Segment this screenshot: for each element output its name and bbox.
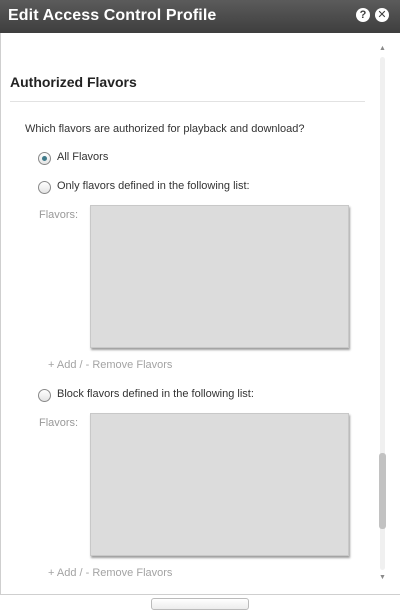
dialog-title: Edit Access Control Profile [8, 7, 217, 24]
block-add-remove-flavors-link[interactable]: + Add / - Remove Flavors [48, 567, 172, 579]
allow-list-radio[interactable] [38, 181, 51, 194]
allow-flavors-field-label: Flavors: [39, 209, 79, 221]
allow-flavors-listbox[interactable] [90, 205, 349, 348]
vertical-scrollbar[interactable]: ▲ ▼ [379, 45, 386, 582]
dialog-titlebar: Edit Access Control Profile ? ✕ [0, 0, 400, 33]
allow-list-label[interactable]: Only flavors defined in the following li… [57, 180, 250, 192]
block-flavors-field-label: Flavors: [39, 417, 79, 429]
scrollbar-thumb[interactable] [379, 453, 386, 529]
block-list-label[interactable]: Block flavors defined in the following l… [57, 388, 254, 400]
all-flavors-label[interactable]: All Flavors [57, 151, 108, 163]
section-title: Authorized Flavors [10, 74, 137, 90]
help-icon[interactable]: ? [356, 8, 370, 22]
all-flavors-radio[interactable] [38, 152, 51, 165]
allow-add-remove-flavors-link[interactable]: + Add / - Remove Flavors [48, 359, 172, 371]
section-divider [10, 101, 365, 102]
flavors-question: Which flavors are authorized for playbac… [25, 123, 305, 135]
block-list-radio[interactable] [38, 389, 51, 402]
block-flavors-listbox[interactable] [90, 413, 349, 556]
scroll-down-arrow-icon[interactable]: ▼ [379, 574, 386, 582]
scroll-up-arrow-icon[interactable]: ▲ [379, 45, 386, 53]
close-icon[interactable]: ✕ [375, 8, 389, 22]
footer-button[interactable] [151, 598, 249, 610]
